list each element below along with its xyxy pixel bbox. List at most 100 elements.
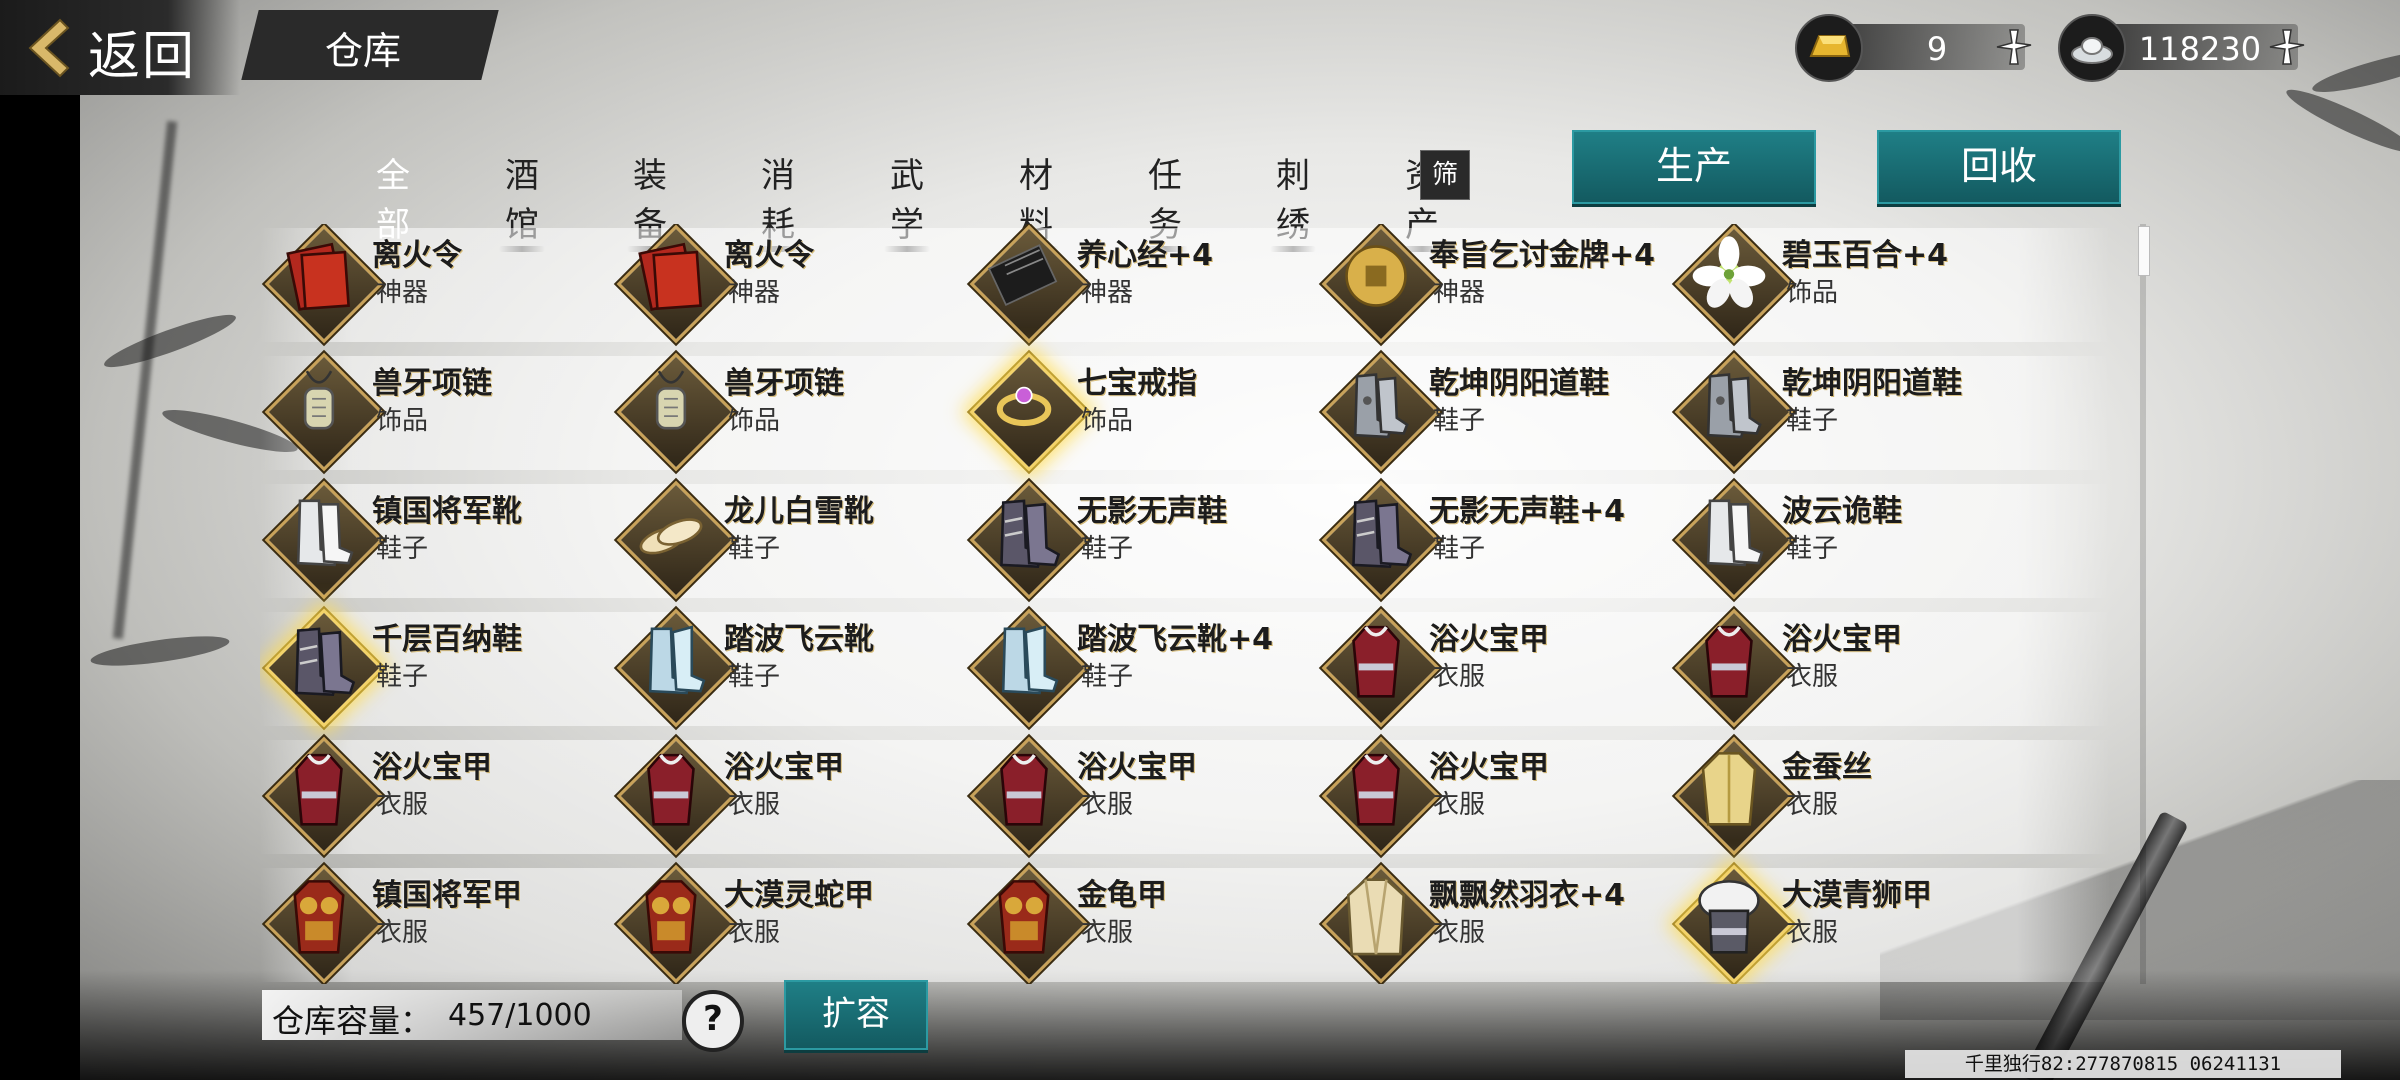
item-slot[interactable]: 碧玉百合+4 饰品 [1670,224,2022,344]
item-name: 兽牙项链 [372,366,492,401]
item-slot[interactable]: 浴火宝甲 衣服 [1670,608,2022,728]
scrollbar-thumb[interactable] [2138,226,2150,276]
item-name: 碧玉百合+4 [1782,238,1949,273]
item-slot[interactable]: 金蚕丝 衣服 [1670,736,2022,856]
item-slot[interactable]: 龙儿白雪靴 鞋子 [612,480,964,600]
item-name: 飘飘然羽衣+4 [1429,878,1626,913]
item-name: 踏波飞云靴 [724,622,874,657]
item-type: 衣服 [1081,918,1134,948]
produce-button[interactable]: 生产 [1572,130,1816,204]
item-type: 鞋子 [1081,534,1134,564]
item-slot[interactable]: 浴火宝甲衣服 [612,736,964,856]
item-type: 饰品 [376,406,429,436]
item-slot[interactable]: 浴火宝甲衣服 [260,736,612,856]
item-name: 波云诡鞋 [1782,494,1902,529]
item-type: 衣服 [1433,662,1486,692]
item-name: 乾坤阴阳道鞋 [1429,366,1609,401]
item-type: 鞋子 [1433,534,1486,564]
red-book-icon [638,242,702,311]
back-button[interactable]: 返回 [0,0,240,95]
item-slot[interactable]: 飘飘然羽衣+4 衣服 [1317,864,1669,984]
silver-value: 118230 [2138,30,2262,68]
necklace-icon [303,370,335,430]
cream-robe-icon [1346,878,1406,956]
item-type: 衣服 [1433,790,1486,820]
item-slot[interactable]: 浴火宝甲衣服 [1317,608,1669,728]
item-slot[interactable]: 千层百纳鞋 鞋子 [260,608,612,728]
item-type: 鞋子 [1786,406,1839,436]
item-name: 浴火宝甲 [1077,750,1197,785]
item-slot[interactable]: 大漠灵蛇甲 衣服 [612,864,964,984]
add-gold-icon[interactable] [1995,28,2033,66]
item-name: 浴火宝甲 [1429,622,1549,657]
item-slot[interactable]: 兽牙项链 饰品 [612,352,964,472]
item-slot[interactable]: 离火令 神器 [612,224,964,344]
expand-button[interactable]: 扩容 [784,980,928,1050]
necklace-icon [655,370,687,430]
item-slot[interactable]: 乾坤阴阳道鞋 鞋子 [1317,352,1669,472]
item-name: 无影无声鞋+4 [1429,494,1626,529]
item-slot[interactable]: 金龟甲 衣服 [965,864,1317,984]
item-type: 鞋子 [1081,662,1134,692]
item-name: 养心经+4 [1077,238,1214,273]
item-type: 鞋子 [1786,534,1839,564]
filter-button[interactable]: 筛 [1420,150,1470,200]
item-name: 浴火宝甲 [724,750,844,785]
add-silver-icon[interactable] [2268,28,2306,66]
item-name: 兽牙项链 [724,366,844,401]
item-slot[interactable]: 奉旨乞讨金牌+4 神器 [1317,224,1669,344]
item-name: 奉旨乞讨金牌+4 [1429,238,1656,273]
item-type: 神器 [1081,278,1134,308]
back-label: 返回 [88,27,197,87]
item-type: 鞋子 [376,534,429,564]
item-slot[interactable]: 养心经+4 神器 [965,224,1317,344]
red-robe-icon [647,753,695,826]
help-button[interactable]: ? [682,990,744,1052]
item-slot[interactable]: 踏波飞云靴+4 鞋子 [965,608,1317,728]
item-slot[interactable]: 乾坤阴阳道鞋鞋子 [1670,352,2022,472]
item-slot[interactable]: 镇国将军靴 鞋子 [260,480,612,600]
red-robe-icon [1352,753,1400,826]
item-slot[interactable]: 浴火宝甲 衣服 [1317,736,1669,856]
item-slot[interactable]: 浴火宝甲 衣服 [965,736,1317,856]
item-type: 饰品 [1081,406,1134,436]
item-type: 衣服 [1786,918,1839,948]
scrollbar-track[interactable] [2140,224,2146,984]
recycle-button[interactable]: 回收 [1877,130,2121,204]
item-type: 衣服 [1786,790,1839,820]
item-type: 鞋子 [728,534,781,564]
item-type: 衣服 [376,790,429,820]
item-slot[interactable]: 无影无声鞋鞋子 [965,480,1317,600]
ring-icon [996,386,1052,427]
item-slot[interactable]: 踏波飞云靴 鞋子 [612,608,964,728]
yellow-robe-icon [1701,752,1757,826]
red-book-icon [286,242,350,311]
item-type: 衣服 [728,790,781,820]
item-type: 衣服 [376,918,429,948]
item-slot[interactable]: 七宝戒指 饰品 [965,352,1317,472]
bamboo-leaf-decoration [100,306,240,376]
item-type: 鞋子 [376,662,429,692]
blue-boots-icon [1001,625,1059,695]
capacity-value: 457/1000 [448,998,592,1033]
item-name: 浴火宝甲 [372,750,492,785]
item-slot[interactable]: 镇国将军甲 衣服 [260,864,612,984]
player-id-watermark: 千里独行82:277870815 06241131 [1905,1050,2341,1078]
item-slot[interactable]: 大漠青狮甲 衣服 [1670,864,2022,984]
red-robe-icon [1705,625,1753,698]
capacity-label: 仓库容量： [272,1002,433,1040]
gold-armor-icon [645,880,697,954]
bamboo-leaf-decoration [2309,42,2400,100]
item-slot[interactable]: 离火令 神器 [260,224,612,344]
item-grid: 离火令 神器 离火令 神器 养心经+4 神器 奉旨乞讨金牌+4 神器 碧玉百合+4 饰品 兽牙项链饰… [260,224,2110,984]
item-slot[interactable]: 兽牙项链饰品 [260,352,612,472]
armored-boots-icon [1706,373,1762,439]
item-name: 乾坤阴阳道鞋 [1782,366,1962,401]
lily-flower-icon [1692,236,1766,308]
gold-ingot-icon [1795,14,1863,82]
item-name: 无影无声鞋 [1077,494,1227,529]
item-slot[interactable]: 无影无声鞋+4 鞋子 [1317,480,1669,600]
item-slot[interactable]: 波云诡鞋鞋子 [1670,480,2022,600]
item-type: 衣服 [728,918,781,948]
dark-boots-icon [1352,499,1413,568]
